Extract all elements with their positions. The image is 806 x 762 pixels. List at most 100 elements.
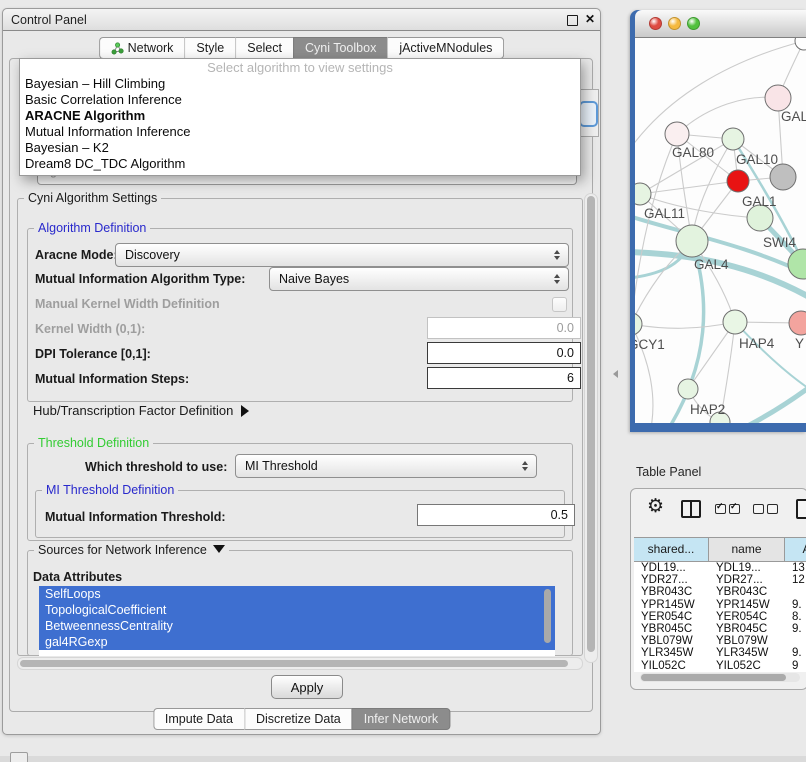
popup-item-dream8-dc-tdc-algorithm[interactable]: Dream8 DC_TDC Algorithm: [20, 156, 580, 172]
network-node-8[interactable]: [676, 225, 708, 257]
table-horizontal-thumb[interactable]: [641, 674, 786, 681]
tab-discretize-data[interactable]: Discretize Data: [244, 708, 352, 730]
network-window-titlebar[interactable]: [635, 10, 806, 38]
threshold-definition-title: Threshold Definition: [34, 436, 153, 450]
table-cell: 12: [785, 574, 806, 586]
dpi-tolerance-value: 0.0: [557, 346, 574, 360]
network-edge[interactable]: [635, 322, 735, 328]
hub-tf-definition-toggle[interactable]: Hub/Transcription Factor Definition: [33, 403, 249, 418]
control-panel-window: Control Panel ✕ NetworkStyleSelectCyni T…: [2, 8, 601, 735]
attribute-list-scrollbar[interactable]: [544, 589, 551, 643]
deselect-all-checkboxes-icon[interactable]: [753, 504, 778, 514]
settings-vertical-scrollbar[interactable]: [584, 193, 598, 663]
attribute-item-topologicalcoefficient[interactable]: TopologicalCoefficient: [39, 602, 555, 618]
table-cell: YDL19...: [634, 562, 709, 574]
table-row[interactable]: YBR045CYBR045C9.: [634, 623, 806, 635]
node-label-gal: GAL: [781, 109, 806, 124]
table-row[interactable]: YER054CYER054C8.: [634, 611, 806, 623]
bottom-strip: [0, 756, 806, 762]
aracne-mode-combo[interactable]: Discovery: [115, 243, 569, 267]
table-cell: YBR043C: [634, 586, 709, 598]
mi-threshold-label: Mutual Information Threshold:: [45, 510, 226, 524]
dpi-tolerance-field[interactable]: 0.0: [427, 342, 581, 364]
columns-icon[interactable]: [681, 500, 701, 518]
popup-item-basic-correlation-inference[interactable]: Basic Correlation Inference: [20, 92, 580, 108]
minimize-traffic-light-icon[interactable]: [668, 17, 681, 30]
settings-vertical-thumb[interactable]: [587, 196, 595, 652]
network-node-0[interactable]: [795, 38, 806, 50]
settings-horizontal-scrollbar[interactable]: [17, 657, 583, 670]
which-threshold-combo[interactable]: MI Threshold: [235, 454, 537, 478]
network-node-10[interactable]: [635, 313, 642, 335]
mi-threshold-field[interactable]: 0.5: [417, 504, 575, 526]
gear-icon[interactable]: ⚙: [647, 495, 664, 517]
algorithm-combo-spinner-fragment[interactable]: [579, 101, 598, 127]
attribute-item-selfloops[interactable]: SelfLoops: [39, 586, 555, 602]
table-row[interactable]: YIL052CYIL052C9: [634, 660, 806, 672]
tab-select[interactable]: Select: [235, 37, 293, 59]
table-row[interactable]: YBL079WYBL079W: [634, 635, 806, 647]
attribute-item-gal4rgexp[interactable]: gal4RGexp: [39, 634, 555, 650]
table-cell: YER054C: [709, 611, 785, 623]
mi-type-combo[interactable]: Naive Bayes: [269, 267, 569, 291]
close-traffic-light-icon[interactable]: [649, 17, 662, 30]
select-all-checkboxes-icon[interactable]: [715, 504, 740, 514]
network-edge[interactable]: [640, 181, 738, 194]
data-attributes-list[interactable]: SelfLoopsTopologicalCoefficientBetweenne…: [39, 586, 555, 656]
tab-network[interactable]: Network: [99, 37, 185, 59]
network-node-11[interactable]: [723, 310, 747, 334]
network-node-12[interactable]: [789, 311, 806, 335]
network-node-2[interactable]: [665, 122, 689, 146]
popup-item-bayesian-hill-climbing[interactable]: Bayesian – Hill Climbing: [20, 76, 580, 92]
mi-steps-field[interactable]: 6: [427, 367, 581, 389]
minimized-panel-icon[interactable]: [10, 752, 28, 762]
float-window-icon[interactable]: [567, 15, 578, 26]
sources-title-toggle[interactable]: Sources for Network Inference: [34, 543, 229, 557]
table-horizontal-scrollbar[interactable]: [640, 673, 800, 682]
tab-impute-data[interactable]: Impute Data: [153, 708, 244, 730]
table-row[interactable]: YPR145WYPR145W9.: [634, 599, 806, 611]
network-graph[interactable]: GALGAL80GAL10GAL1GAL11SWI4GAL4GCY1HAP4YH…: [635, 38, 806, 423]
apply-button[interactable]: Apply: [271, 675, 343, 699]
node-label-hap4: HAP4: [739, 336, 775, 351]
network-node-13[interactable]: [678, 379, 698, 399]
mi-steps-value: 6: [567, 371, 574, 385]
zoom-traffic-light-icon[interactable]: [687, 17, 700, 30]
table-row[interactable]: YLR345WYLR345W9.: [634, 647, 806, 659]
table-row[interactable]: YDL19...YDL19...13: [634, 562, 806, 574]
popup-item-aracne-algorithm[interactable]: ARACNE Algorithm: [20, 108, 580, 124]
network-node-3[interactable]: [722, 128, 744, 150]
column-header-shared[interactable]: shared...: [634, 538, 709, 561]
network-node-4[interactable]: [727, 170, 749, 192]
screen: Control Panel ✕ NetworkStyleSelectCyni T…: [0, 0, 806, 762]
network-icon: [111, 42, 124, 55]
manual-kernel-checkbox[interactable]: [552, 297, 567, 312]
tab-style[interactable]: Style: [184, 37, 235, 59]
network-canvas[interactable]: GALGAL80GAL10GAL1GAL11SWI4GAL4GCY1HAP4YH…: [635, 38, 806, 423]
tab-infer-network[interactable]: Infer Network: [352, 708, 450, 730]
kernel-width-field[interactable]: 0.0: [427, 317, 581, 339]
spinner-arrows-icon: [550, 250, 563, 260]
close-icon[interactable]: ✕: [585, 12, 595, 26]
table-cell: YDL19...: [709, 562, 785, 574]
popup-item-bayesian-k2[interactable]: Bayesian – K2: [20, 140, 580, 156]
network-node-5[interactable]: [770, 164, 796, 190]
network-edge[interactable]: [677, 97, 778, 134]
new-table-icon[interactable]: [796, 499, 806, 519]
table-row[interactable]: YDR27...YDR27...12: [634, 574, 806, 586]
splitter-handle-icon[interactable]: [613, 370, 618, 378]
tab-jactivemnodules[interactable]: jActiveMNodules: [387, 37, 504, 59]
data-attributes-label: Data Attributes: [33, 570, 122, 584]
collapse-down-icon: [213, 545, 225, 553]
column-header-name[interactable]: name: [709, 538, 785, 561]
table-cell: YDR27...: [634, 574, 709, 586]
popup-item-mutual-information-inference[interactable]: Mutual Information Inference: [20, 124, 580, 140]
column-header-a[interactable]: A: [785, 538, 806, 561]
table-row[interactable]: YBR043CYBR043C: [634, 586, 806, 598]
network-node-1[interactable]: [765, 85, 791, 111]
tab-cyni-toolbox[interactable]: Cyni Toolbox: [293, 37, 387, 59]
control-panel-title: Control Panel: [3, 13, 87, 27]
attribute-item-betweennesscentrality[interactable]: BetweennessCentrality: [39, 618, 555, 634]
mi-type-value: Naive Bayes: [270, 272, 550, 286]
settings-horizontal-thumb[interactable]: [20, 660, 568, 667]
